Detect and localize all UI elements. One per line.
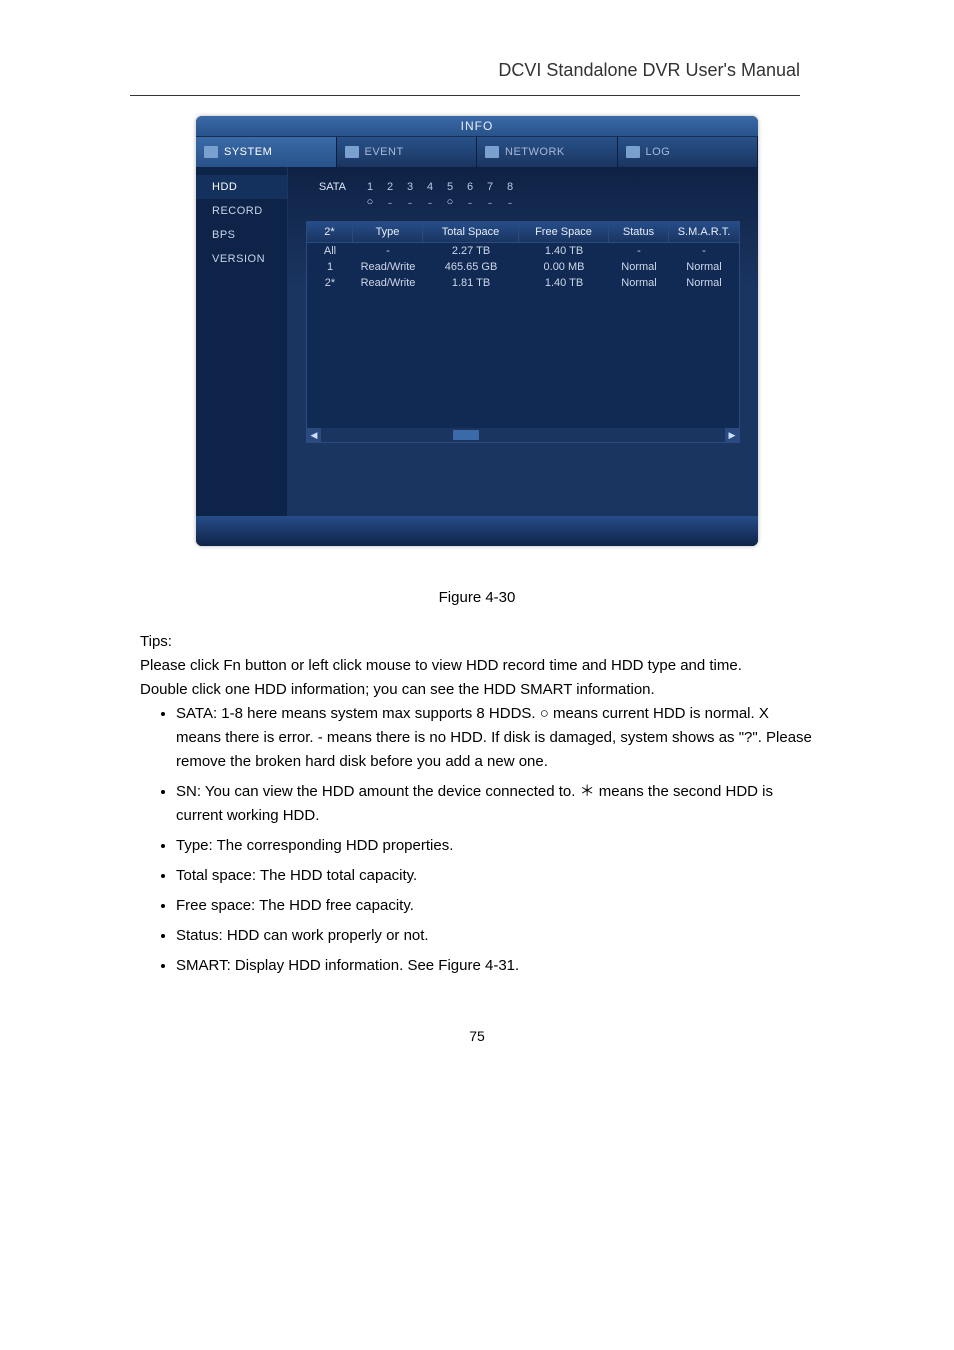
- sata-status-5: ○: [442, 197, 458, 207]
- hdd-row[interactable]: 1Read/Write465.65 GB0.00 MBNormalNormal: [307, 259, 739, 275]
- dvr-footer: [196, 516, 758, 546]
- tab-label: EVENT: [365, 146, 404, 158]
- hdd-cell: 465.65 GB: [423, 261, 519, 273]
- scroll-right-icon[interactable]: ▶: [725, 428, 739, 442]
- sata-slot-6: 6: [462, 181, 478, 193]
- hdd-cell: Normal: [609, 277, 669, 289]
- sidebar-item-record[interactable]: RECORD: [196, 199, 287, 223]
- sata-status-3: -: [402, 197, 418, 207]
- list-item: Free space: The HDD free capacity.: [176, 894, 814, 918]
- hdd-cell: 1: [307, 261, 353, 273]
- log-icon: [626, 146, 640, 158]
- hdd-cell: 1.40 TB: [519, 277, 609, 289]
- sata-status-6: -: [462, 197, 478, 207]
- sata-slot-1: 1: [362, 181, 378, 193]
- sata-slot-2: 2: [382, 181, 398, 193]
- hdd-col-header: Free Space: [519, 222, 609, 242]
- hdd-cell: 2.27 TB: [423, 245, 519, 257]
- sata-status-7: -: [482, 197, 498, 207]
- body-line: Double click one HDD information; you ca…: [140, 678, 814, 702]
- hdd-cell: -: [669, 245, 739, 257]
- tab-label: NETWORK: [505, 146, 565, 158]
- sata-slot-7: 7: [482, 181, 498, 193]
- list-item: Type: The corresponding HDD properties.: [176, 834, 814, 858]
- list-item: SMART: Display HDD information. See Figu…: [176, 954, 814, 978]
- tab-event[interactable]: EVENT: [337, 137, 478, 167]
- sata-status-1: ○: [362, 197, 378, 207]
- hdd-cell: 1.40 TB: [519, 245, 609, 257]
- tab-label: SYSTEM: [224, 146, 272, 158]
- sidebar-item-bps[interactable]: BPS: [196, 223, 287, 247]
- scroll-handle[interactable]: [453, 430, 479, 440]
- sidebar: HDD RECORD BPS VERSION: [196, 167, 288, 517]
- network-icon: [485, 146, 499, 158]
- hdd-row[interactable]: All-2.27 TB1.40 TB--: [307, 243, 739, 259]
- hdd-cell: 1.81 TB: [423, 277, 519, 289]
- hdd-cell: -: [609, 245, 669, 257]
- screenshot-figure: INFO SYSTEM EVENT NETWORK LOG: [80, 116, 874, 546]
- sata-status-4: -: [422, 197, 438, 207]
- list-item: Total space: The HDD total capacity.: [176, 864, 814, 888]
- dvr-title: INFO: [196, 116, 758, 137]
- tab-label: LOG: [646, 146, 671, 158]
- sata-slot-5: 5: [442, 181, 458, 193]
- list-item: SN: You can view the HDD amount the devi…: [176, 780, 814, 828]
- hdd-row[interactable]: 2*Read/Write1.81 TB1.40 TBNormalNormal: [307, 275, 739, 291]
- sata-label: SATA: [306, 181, 350, 193]
- hdd-cell: 2*: [307, 277, 353, 289]
- hdd-cell: Read/Write: [353, 277, 423, 289]
- list-item: Status: HDD can work properly or not.: [176, 924, 814, 948]
- hdd-cell: 0.00 MB: [519, 261, 609, 273]
- sata-status-2: -: [382, 197, 398, 207]
- sata-slot-3: 3: [402, 181, 418, 193]
- dvr-window: INFO SYSTEM EVENT NETWORK LOG: [196, 116, 758, 546]
- hdd-cell: -: [353, 245, 423, 257]
- sidebar-item-hdd[interactable]: HDD: [196, 175, 287, 199]
- event-icon: [345, 146, 359, 158]
- page-header: DCVI Standalone DVR User's Manual: [130, 50, 800, 96]
- hdd-col-header: Total Space: [423, 222, 519, 242]
- figure-caption: Figure 4-30: [140, 586, 814, 610]
- page-number: 75: [80, 1028, 874, 1044]
- hdd-col-header: Status: [609, 222, 669, 242]
- body-line: Tips:: [140, 630, 814, 654]
- sata-slot-4: 4: [422, 181, 438, 193]
- hdd-cell: Normal: [609, 261, 669, 273]
- tab-network[interactable]: NETWORK: [477, 137, 618, 167]
- tab-system[interactable]: SYSTEM: [196, 137, 337, 167]
- sata-status: SATA 12345678○---○---: [306, 181, 740, 207]
- hdd-cell: Normal: [669, 277, 739, 289]
- tab-log[interactable]: LOG: [618, 137, 759, 167]
- hdd-col-header: Type: [353, 222, 423, 242]
- hdd-cell: All: [307, 245, 353, 257]
- hdd-cell: Normal: [669, 261, 739, 273]
- sata-status-8: -: [502, 197, 518, 207]
- list-item: SATA: 1-8 here means system max supports…: [176, 702, 814, 774]
- system-icon: [204, 146, 218, 158]
- hdd-col-header: 2*: [307, 222, 353, 242]
- sata-slot-8: 8: [502, 181, 518, 193]
- hdd-cell: Read/Write: [353, 261, 423, 273]
- hdd-table: 2*TypeTotal SpaceFree SpaceStatusS.M.A.R…: [306, 221, 740, 443]
- hdd-scrollbar[interactable]: ◀ ▶: [307, 428, 739, 442]
- body-line: Please click Fn button or left click mou…: [140, 654, 814, 678]
- hdd-col-header: S.M.A.R.T.: [669, 222, 739, 242]
- scroll-left-icon[interactable]: ◀: [307, 428, 321, 442]
- sidebar-item-version[interactable]: VERSION: [196, 247, 287, 271]
- document-body: Figure 4-30 Tips: Please click Fn button…: [80, 586, 874, 978]
